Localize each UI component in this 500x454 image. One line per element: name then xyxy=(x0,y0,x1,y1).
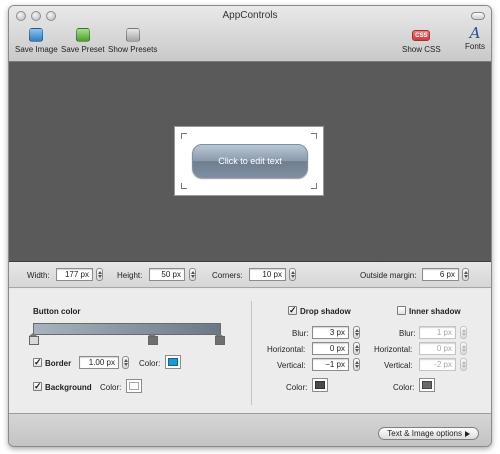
show-css-button[interactable]: CSS Show CSS xyxy=(402,28,441,54)
show-presets-button[interactable]: Show Presets xyxy=(108,28,157,54)
border-color-label: Color: xyxy=(139,359,161,368)
height-stepper[interactable] xyxy=(189,268,196,281)
outside-margin-stepper[interactable] xyxy=(462,268,469,281)
toolbar-toggle-button[interactable] xyxy=(471,12,485,20)
inner-shadow-label: Inner shadow xyxy=(409,307,461,316)
background-label: Background xyxy=(45,383,92,392)
show-css-label: Show CSS xyxy=(402,45,441,54)
width-label: Width: xyxy=(27,271,50,280)
preview-area: Click to edit text xyxy=(9,62,491,262)
save-preset-icon xyxy=(75,28,90,42)
crop-corner-top-left[interactable] xyxy=(181,133,187,139)
drop-shadow-vertical-stepper[interactable] xyxy=(353,358,360,371)
drop-shadow-blur-label: Blur: xyxy=(292,329,309,338)
title-toolbar: AppControls Save Image Save Preset Show … xyxy=(9,6,491,62)
save-preset-button[interactable]: Save Preset xyxy=(61,28,105,54)
border-width-stepper[interactable] xyxy=(122,356,129,369)
inner-shadow-horizontal-field[interactable]: 0 px xyxy=(419,342,456,355)
app-window: AppControls Save Image Save Preset Show … xyxy=(8,5,492,447)
fonts-icon: A xyxy=(469,24,481,42)
disclosure-triangle-icon xyxy=(465,430,470,437)
height-field[interactable]: 50 px xyxy=(149,268,185,281)
preview-button[interactable]: Click to edit text xyxy=(192,144,308,178)
button-color-gradient[interactable] xyxy=(33,323,221,335)
show-presets-icon xyxy=(125,28,140,42)
window-title: AppControls xyxy=(222,10,278,21)
background-color-swatch[interactable] xyxy=(126,379,142,393)
border-label: Border xyxy=(45,359,72,368)
outside-margin-field[interactable]: 6 px xyxy=(422,268,459,281)
css-icon: CSS xyxy=(412,30,431,41)
fonts-button[interactable]: A Fonts xyxy=(465,25,485,51)
inner-shadow-horizontal-stepper[interactable] xyxy=(460,342,467,355)
gradient-stop-end[interactable] xyxy=(215,333,225,345)
fonts-label: Fonts xyxy=(465,42,486,51)
inner-shadow-vertical-label: Vertical: xyxy=(384,361,413,370)
panel-divider xyxy=(251,301,252,405)
crop-corner-bottom-left[interactable] xyxy=(181,183,187,189)
border-color-swatch[interactable] xyxy=(165,355,181,369)
show-presets-label: Show Presets xyxy=(108,45,158,54)
border-width-field[interactable]: 1.00 px xyxy=(79,356,119,369)
height-label: Height: xyxy=(117,271,143,280)
inner-shadow-blur-field[interactable]: 1 px xyxy=(419,326,456,339)
background-color-fill xyxy=(129,382,139,390)
inner-shadow-blur-stepper[interactable] xyxy=(460,326,467,339)
drop-shadow-blur-stepper[interactable] xyxy=(353,326,360,339)
inner-shadow-blur-label: Blur: xyxy=(399,329,416,338)
drop-shadow-vertical-field[interactable]: −1 px xyxy=(312,358,349,371)
text-image-options-button[interactable]: Text & Image options xyxy=(378,427,479,440)
save-image-button[interactable]: Save Image xyxy=(15,28,58,54)
drop-shadow-checkbox[interactable]: ✓ xyxy=(288,306,297,315)
corners-label: Corners: xyxy=(212,271,243,280)
inner-shadow-vertical-field[interactable]: -2 px xyxy=(419,358,456,371)
inner-shadow-horizontal-label: Horizontal: xyxy=(374,345,413,354)
drop-shadow-color-fill xyxy=(315,381,325,389)
save-preset-label: Save Preset xyxy=(61,45,105,54)
border-checkbox[interactable]: ✓ xyxy=(33,358,42,367)
drop-shadow-horizontal-field[interactable]: 0 px xyxy=(312,342,349,355)
drop-shadow-label: Drop shadow xyxy=(300,307,351,316)
drop-shadow-horizontal-label: Horizontal: xyxy=(267,345,306,354)
border-color-fill xyxy=(168,358,178,366)
size-bar: Width: 177 px Height: 50 px Corners: 10 … xyxy=(9,262,491,288)
footer-bar: Text & Image options xyxy=(9,413,491,446)
width-stepper[interactable] xyxy=(96,268,103,281)
drop-shadow-color-swatch[interactable] xyxy=(312,378,328,392)
gradient-stop-start[interactable] xyxy=(29,333,39,345)
text-image-options-label: Text & Image options xyxy=(387,429,462,438)
inner-shadow-checkbox[interactable] xyxy=(397,306,406,315)
crop-corner-bottom-right[interactable] xyxy=(311,183,317,189)
inner-shadow-color-label: Color: xyxy=(393,383,415,392)
crop-corner-top-right[interactable] xyxy=(311,133,317,139)
background-checkbox[interactable]: ✓ xyxy=(33,382,42,391)
drop-shadow-color-label: Color: xyxy=(286,383,308,392)
save-image-label: Save Image xyxy=(15,45,58,54)
corners-stepper[interactable] xyxy=(289,268,296,281)
preview-canvas: Click to edit text xyxy=(174,126,324,196)
inner-shadow-color-swatch[interactable] xyxy=(419,378,435,392)
drop-shadow-blur-field[interactable]: 3 px xyxy=(312,326,349,339)
width-field[interactable]: 177 px xyxy=(56,268,93,281)
outside-margin-label: Outside margin: xyxy=(360,271,417,280)
inner-shadow-color-fill xyxy=(422,381,432,389)
drop-shadow-vertical-label: Vertical: xyxy=(277,361,306,370)
corners-field[interactable]: 10 px xyxy=(249,268,286,281)
gradient-stop-middle[interactable] xyxy=(148,333,158,345)
drop-shadow-horizontal-stepper[interactable] xyxy=(353,342,360,355)
background-color-label: Color: xyxy=(100,383,122,392)
inner-shadow-vertical-stepper[interactable] xyxy=(460,358,467,371)
button-color-label: Button color xyxy=(33,307,81,316)
settings-panel: Button color ✓ Border 1.00 px Color: ✓ B… xyxy=(9,289,491,413)
save-image-icon xyxy=(29,28,44,42)
